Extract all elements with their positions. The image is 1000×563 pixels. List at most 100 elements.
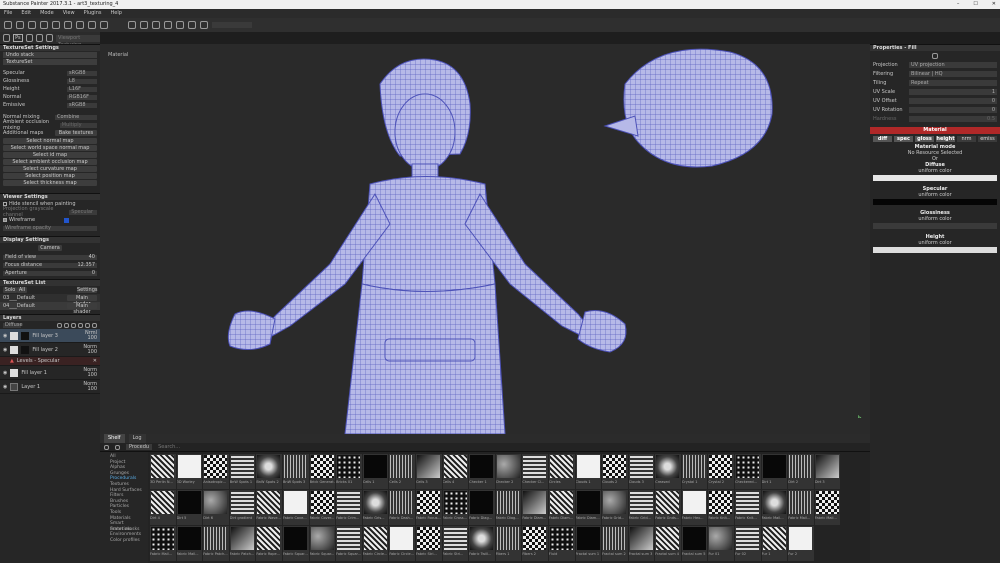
undo-stack-button[interactable]: Undo stack (3, 52, 97, 58)
eye-icon[interactable]: ◉ (3, 347, 7, 353)
shelf-tile[interactable]: Fabric Squar... (309, 526, 336, 561)
3d-viewport[interactable]: Material ⊾ (100, 44, 870, 434)
shelf-tile[interactable]: Dirt 6 (203, 490, 229, 525)
add-effect-icon[interactable] (78, 322, 83, 328)
diffuse-color-swatch[interactable] (873, 175, 997, 181)
tab-log[interactable]: Log (128, 434, 146, 443)
layer-item[interactable]: ◉ Layer 1 Norm 100 (0, 380, 100, 394)
viewport-texturing-button[interactable]: Viewport Texturing (56, 34, 100, 48)
refresh-icon[interactable] (115, 444, 120, 450)
shelf-tile[interactable]: Fractal sum 5 (681, 526, 708, 561)
channel-row[interactable]: Specular sRGB8 (0, 69, 100, 77)
shelf-tile[interactable]: Fabric Stri... (442, 526, 469, 561)
grid-view-icon[interactable] (104, 444, 109, 450)
minimize-button[interactable]: – (957, 0, 960, 9)
wireframe-opacity-slider[interactable]: Wireframe opacity (3, 225, 97, 231)
shelf-tile[interactable]: Cells 2 (389, 454, 415, 489)
shelf-tile[interactable]: Fractal sum 1 (575, 526, 602, 561)
shelf-tile[interactable]: Fabric Mail... (176, 526, 203, 561)
shelf-tile[interactable]: Fabric Diam... (522, 490, 548, 525)
select-ao-map-button[interactable]: Select ambient occlusion map (3, 159, 97, 165)
photoshop-export-button[interactable]: Ps (13, 34, 23, 42)
shelf-tile[interactable]: Fabric Hex... (681, 490, 708, 525)
refresh-icon[interactable] (25, 34, 33, 42)
screenshot-icon[interactable] (200, 21, 208, 29)
channel-row[interactable]: Height L16F (0, 85, 100, 93)
maximize-button[interactable]: ☐ (973, 0, 977, 9)
shelf-tile[interactable]: Fabric Cover... (309, 490, 336, 525)
shelf-tile[interactable]: Creased (655, 454, 681, 489)
shelf-tile[interactable]: Dirt 4 (150, 490, 176, 525)
menu-mode[interactable]: Mode (40, 9, 54, 18)
add-fill-layer-icon[interactable] (64, 322, 69, 328)
shelf-tile[interactable]: Dirt 3 (814, 454, 841, 489)
normal-mixing-select[interactable]: Combine (55, 114, 97, 120)
shelf-tile[interactable]: Circles (548, 454, 575, 489)
hardness-input[interactable]: 0.5 (909, 115, 997, 122)
delete-icon[interactable] (92, 322, 97, 328)
textureset-item[interactable]: 04___Default Main shader (0, 302, 100, 315)
camera-icon[interactable] (152, 21, 160, 29)
settings-button[interactable]: Settings (77, 287, 98, 293)
shelf-tile[interactable]: Crystal 2 (708, 454, 735, 489)
smudge-tool-icon[interactable] (52, 21, 60, 29)
shelf-tile[interactable]: Crystal 1 (681, 454, 708, 489)
channel-row[interactable]: Glossiness L8 (0, 77, 100, 85)
uv-offset-input[interactable]: 0 (909, 97, 997, 104)
shelf-tile[interactable]: Clouds 3 (628, 454, 655, 489)
glossiness-slider[interactable] (873, 223, 997, 229)
tiling-select[interactable]: Repeat (909, 79, 997, 86)
paint-tool-icon[interactable] (4, 21, 12, 29)
shelf-tile[interactable]: Dirt 5 (176, 490, 203, 525)
shelf-tile[interactable]: Anisotropic... (203, 454, 229, 489)
shelf-tile[interactable]: Fluid (548, 526, 575, 561)
dot-icon[interactable] (3, 34, 11, 42)
shelf-tile[interactable]: Dirt 2 (788, 454, 814, 489)
select-world-normal-map-button[interactable]: Select world space normal map (3, 145, 97, 151)
ao-mixing-select[interactable]: Multiply (59, 122, 97, 128)
shelf-tile[interactable]: Checker 2 (495, 454, 522, 489)
shelf-tile[interactable]: Fabric Mail... (814, 490, 841, 525)
shelf-tile[interactable]: Fabric Rope... (256, 526, 282, 561)
height-slider[interactable] (873, 247, 997, 253)
remove-effect-icon[interactable]: ✕ (93, 358, 97, 364)
shelf-tile[interactable]: Fur 01 (708, 526, 735, 561)
channel-row[interactable]: Normal RGB16F (0, 93, 100, 101)
shelf-search-input[interactable]: Search... (158, 444, 180, 450)
uv-rotation-input[interactable]: 0 (909, 106, 997, 113)
shelf-tile[interactable]: Fabric Patch... (229, 526, 256, 561)
view-dropdown[interactable] (212, 22, 252, 28)
shelf-tile[interactable]: Fabric Diam... (575, 490, 602, 525)
menu-plugins[interactable]: Plugins (84, 9, 102, 18)
shelf-tile[interactable]: Fur 2 (788, 526, 814, 561)
shelf-tile[interactable]: Fabric Grid... (628, 490, 655, 525)
sphere-icon[interactable] (35, 34, 43, 42)
symmetry-icon[interactable] (128, 21, 136, 29)
channel-diff-toggle[interactable]: diff (873, 136, 892, 142)
eye-icon[interactable]: ◉ (3, 370, 7, 376)
shelf-tile[interactable]: Fabric Cove... (282, 490, 309, 525)
shelf-tile[interactable]: 3D Perlin N... (150, 454, 176, 489)
menu-view[interactable]: View (63, 9, 75, 18)
layer-item[interactable]: ◉ Fill layer 3 Nrml 100 (0, 329, 100, 343)
layer-item[interactable]: ◉ Fill layer 2 Norm 100 (0, 343, 100, 357)
eye-icon[interactable]: ◉ (3, 384, 7, 390)
shelf-tile[interactable]: Cells 1 (362, 454, 389, 489)
fill-icon[interactable] (932, 52, 938, 59)
shader-select[interactable]: Main shader (67, 295, 97, 307)
shelf-tile[interactable]: Fabric Diag... (495, 490, 522, 525)
shelf-tile[interactable]: Cells 3 (415, 454, 442, 489)
wireframe-color-swatch[interactable] (64, 217, 69, 223)
shelf-tile[interactable]: Fabric Stri... (415, 526, 442, 561)
shelf-tile[interactable]: BnW Spots 3 (282, 454, 309, 489)
select-curvature-map-button[interactable]: Select curvature map (3, 166, 97, 172)
shelf-tile[interactable]: Bricks 01 (336, 454, 362, 489)
shelf-tile[interactable]: Fabric Gris... (362, 490, 389, 525)
eraser-tool-icon[interactable] (16, 21, 24, 29)
shelf-tile[interactable]: Fabric Mail... (150, 526, 176, 561)
shelf-tile[interactable]: Fabric Circle... (389, 526, 415, 561)
bake-textures-button[interactable]: Bake textures (55, 130, 97, 136)
shelf-tile[interactable]: Checker Cl... (522, 454, 548, 489)
shader-select[interactable]: Main shader (67, 303, 97, 315)
channel-height-toggle[interactable]: height (936, 136, 955, 142)
